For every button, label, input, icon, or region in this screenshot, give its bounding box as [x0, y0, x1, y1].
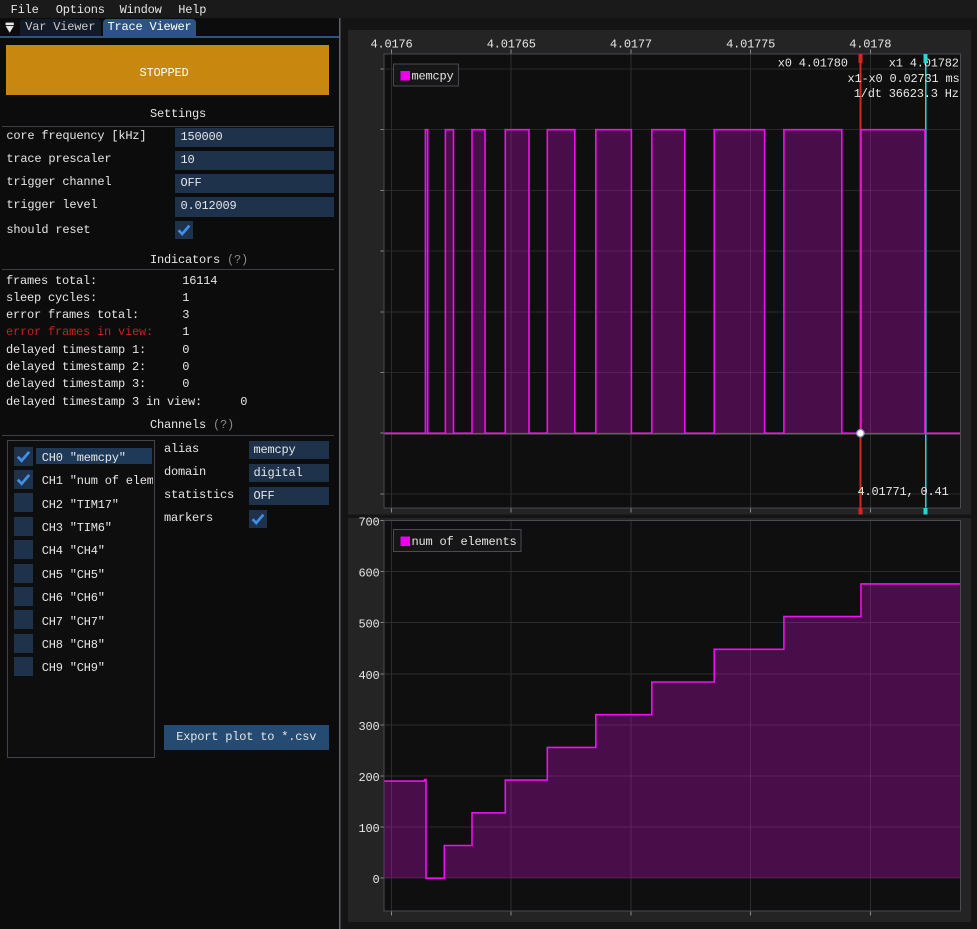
svg-text:num of elements: num of elements	[412, 535, 517, 549]
svg-text:4.01775: 4.01775	[726, 38, 775, 52]
svg-text:400: 400	[358, 669, 379, 683]
svg-text:x1-x0 0.02731 ms: x1-x0 0.02731 ms	[847, 72, 959, 86]
svg-text:4.0177: 4.0177	[610, 38, 652, 52]
svg-text:1/dt 36623.3 Hz: 1/dt 36623.3 Hz	[854, 87, 959, 101]
svg-text:4.01771, 0.41: 4.01771, 0.41	[857, 485, 948, 499]
svg-text:200: 200	[358, 771, 379, 785]
svg-text:500: 500	[358, 618, 379, 632]
svg-text:4.0178: 4.0178	[849, 38, 891, 52]
svg-text:0: 0	[372, 873, 379, 887]
svg-text:4.0176: 4.0176	[370, 38, 412, 52]
svg-text:100: 100	[358, 822, 379, 836]
svg-text:600: 600	[358, 567, 379, 581]
svg-text:x0 4.01780: x0 4.01780	[778, 57, 848, 71]
svg-text:4.01765: 4.01765	[487, 38, 536, 52]
svg-text:700: 700	[358, 516, 379, 530]
svg-text:memcpy: memcpy	[412, 69, 454, 83]
svg-text:300: 300	[358, 720, 379, 734]
